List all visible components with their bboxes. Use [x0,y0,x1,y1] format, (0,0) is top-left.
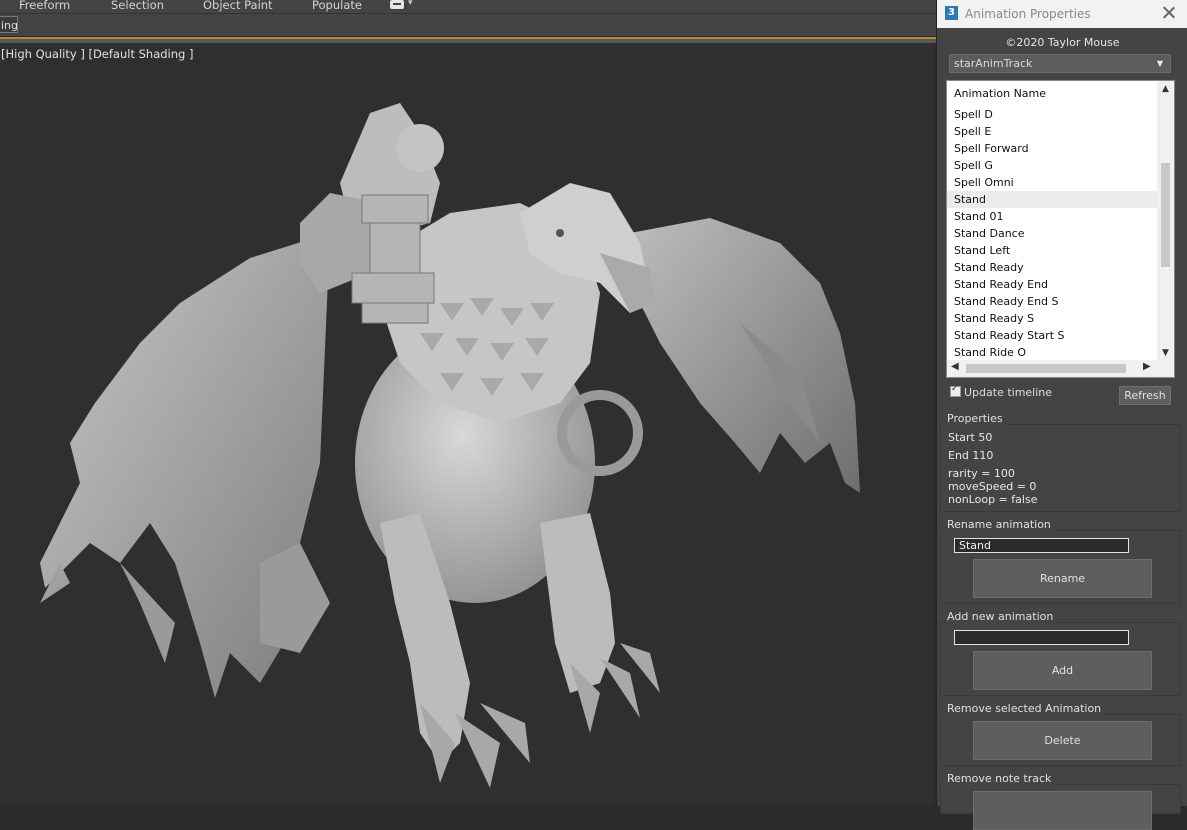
add-group: Add new animation Add [940,610,1181,696]
chevron-down-icon: ▼ [1156,59,1163,68]
list-item[interactable]: Stand Ready S [947,310,1157,327]
chevron-down-icon[interactable]: ▾ [408,0,413,8]
list-item[interactable]: Stand Dance [947,225,1157,242]
viewport-shading-label[interactable]: [High Quality ] [Default Shading ] [1,47,194,61]
animation-list-rows: Spell D Spell E Spell Forward Spell G Spell … [947,106,1157,361]
properties-group: Properties Start 50 End 110 rarity = 100… [940,412,1181,512]
ribbon-toolbar: Freeform Selection Object Paint Populate… [0,0,936,14]
remove-group: Remove selected Animation Delete [940,702,1181,766]
list-item[interactable]: Stand Ready Start S [947,327,1157,344]
remove-note-group: Remove note track [940,772,1181,830]
list-item[interactable]: Spell G [947,157,1157,174]
anim-track-value: starAnimTrack [954,57,1033,70]
remove-note-button[interactable] [973,791,1152,830]
panel-titlebar: 3 Animation Properties [937,0,1187,28]
add-button[interactable]: Add [973,651,1152,690]
list-item[interactable]: Stand Ready End S [947,293,1157,310]
scroll-down-icon[interactable]: ▼ [1161,348,1170,358]
ribbon-options-icon[interactable] [390,0,404,9]
checkbox-checked-icon[interactable] [950,384,961,397]
scroll-thumb[interactable] [1161,163,1170,267]
list-item[interactable]: Stand 01 [947,208,1157,225]
list-item[interactable]: Stand [947,191,1157,208]
ribbon-subtab[interactable]: ing [0,16,18,33]
scroll-up-icon[interactable]: ▲ [1161,84,1170,94]
rename-title: Rename animation [945,518,1053,531]
rename-button[interactable]: Rename [973,559,1152,598]
add-title: Add new animation [945,610,1056,623]
properties-title: Properties [945,412,1005,425]
scroll-thumb[interactable] [966,364,1126,373]
list-item[interactable]: Stand Ready End [947,276,1157,293]
prop-non-loop: nonLoop = false [948,493,1038,506]
ribbon-tab-freeform[interactable]: Freeform [19,0,70,12]
update-timeline-label: Update timeline [964,386,1053,399]
animation-properties-panel: 3 Animation Properties ©2020 Taylor Mous… [936,0,1187,830]
prop-start: Start 50 [948,431,993,444]
prop-rarity: rarity = 100 [948,467,1015,480]
refresh-button[interactable]: Refresh [1119,386,1171,405]
rename-group: Rename animation Stand Rename [940,518,1181,604]
update-timeline-checkbox[interactable]: Update timeline [950,384,1053,399]
anim-track-select[interactable]: starAnimTrack ▼ [949,54,1171,73]
remove-title: Remove selected Animation [945,702,1104,715]
ribbon-tab-object-paint[interactable]: Object Paint [203,0,273,12]
list-item[interactable]: Spell E [947,123,1157,140]
delete-button[interactable]: Delete [973,721,1152,760]
animation-list[interactable]: Animation Name Spell D Spell E Spell Forwa… [946,80,1175,378]
gryphon-rider-model[interactable] [0,43,934,806]
viewport[interactable]: [High Quality ] [Default Shading ] [0,43,934,806]
remove-note-title: Remove note track [945,772,1054,785]
scroll-right-icon[interactable]: ▶ [1143,361,1151,372]
prop-move-speed: moveSpeed = 0 [948,480,1037,493]
list-item[interactable]: Stand Left [947,242,1157,259]
ribbon-subbar: ing [0,14,936,36]
list-column-header[interactable]: Animation Name [954,87,1046,100]
ribbon-tab-populate[interactable]: Populate [312,0,362,12]
copyright-text: ©2020 Taylor Mouse [1005,36,1120,49]
list-item[interactable]: Spell D [947,106,1157,123]
list-item[interactable]: Stand Ready [947,259,1157,276]
close-icon[interactable] [1162,5,1176,19]
prop-end: End 110 [948,449,994,462]
list-item[interactable]: Spell Forward [947,140,1157,157]
list-item[interactable]: Stand Ride O [947,344,1157,361]
horizontal-scrollbar[interactable]: ◀ ▶ [947,360,1174,377]
add-input[interactable] [954,630,1129,645]
app-icon: 3 [945,6,958,20]
vertical-scrollbar[interactable]: ▲ ▼ [1157,81,1174,361]
scroll-left-icon[interactable]: ◀ [951,361,959,372]
rename-input[interactable]: Stand [954,538,1129,553]
ribbon-tab-selection[interactable]: Selection [111,0,164,12]
list-item[interactable]: Spell Omni [947,174,1157,191]
panel-title: Animation Properties [965,7,1091,21]
